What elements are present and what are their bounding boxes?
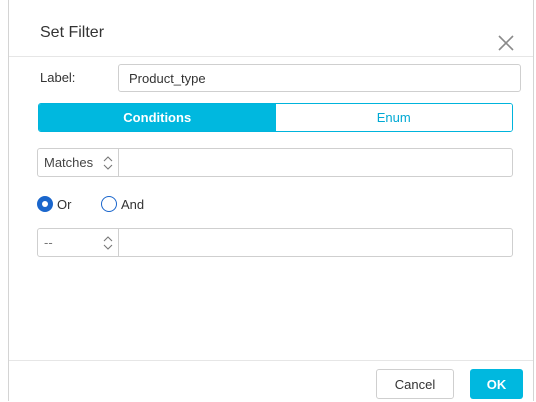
label-field-label: Label: bbox=[40, 70, 76, 85]
tab-enum[interactable]: Enum bbox=[275, 104, 512, 131]
tab-conditions[interactable]: Conditions bbox=[39, 104, 276, 131]
radio-or-indicator[interactable] bbox=[37, 196, 53, 212]
radio-or[interactable]: Or bbox=[37, 195, 71, 213]
filter-mode-tabs: Conditions Enum bbox=[38, 103, 513, 132]
condition-value-input-2[interactable] bbox=[119, 229, 509, 256]
ok-button[interactable]: OK bbox=[470, 369, 523, 399]
updown-arrows-icon bbox=[103, 156, 113, 170]
radio-or-label: Or bbox=[57, 196, 72, 212]
operator-select-2[interactable]: -- bbox=[38, 229, 119, 256]
cancel-button[interactable]: Cancel bbox=[376, 369, 454, 399]
condition-row-1: Matches bbox=[37, 148, 513, 177]
dialog-header: Set Filter bbox=[9, 0, 533, 57]
operator-select-1[interactable]: Matches bbox=[38, 149, 119, 176]
dialog-title: Set Filter bbox=[40, 24, 105, 41]
background-panel-left bbox=[0, 0, 9, 401]
radio-and-label: And bbox=[121, 196, 145, 212]
close-icon[interactable] bbox=[496, 33, 516, 53]
condition-value-input-1[interactable] bbox=[119, 149, 509, 176]
dialog-footer: Cancel OK bbox=[9, 360, 533, 402]
updown-arrows-icon bbox=[103, 236, 113, 250]
radio-and[interactable]: And bbox=[101, 195, 144, 213]
operator-select-2-value: -- bbox=[44, 235, 53, 250]
condition-row-2: -- bbox=[37, 228, 513, 257]
operator-select-1-value: Matches bbox=[44, 155, 94, 170]
label-input[interactable] bbox=[118, 64, 521, 92]
set-filter-dialog: Set Filter Label: Conditions Enum Matche… bbox=[9, 0, 533, 401]
radio-and-indicator[interactable] bbox=[101, 196, 117, 212]
